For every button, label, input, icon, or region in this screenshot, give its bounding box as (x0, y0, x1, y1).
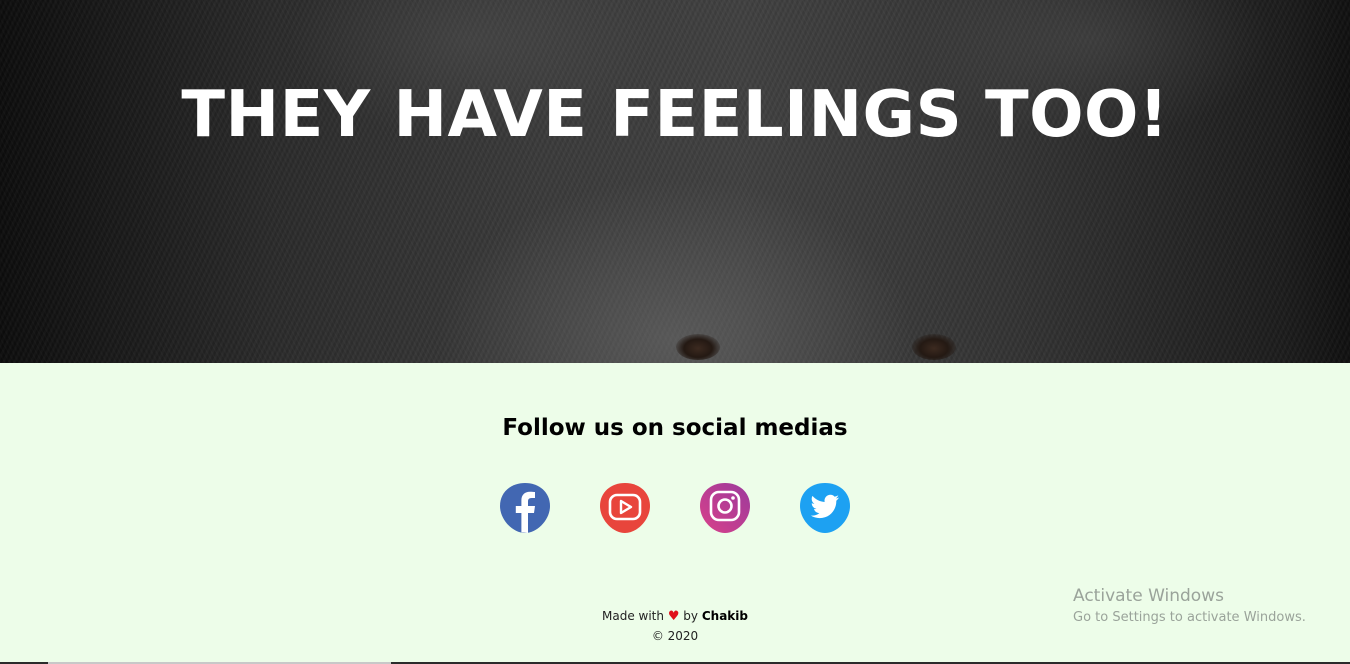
heart-icon: ♥ (667, 609, 680, 624)
social-heading: Follow us on social medias (502, 415, 848, 441)
facebook-link[interactable] (499, 482, 551, 534)
hero-title: THEY HAVE FEELINGS TOO! (181, 78, 1169, 152)
social-links (0, 482, 1350, 534)
by-label: by (683, 609, 699, 623)
bear-left-eye (676, 334, 720, 360)
instagram-link[interactable] (699, 482, 751, 534)
facebook-icon (500, 483, 550, 533)
windows-activation-watermark: Activate Windows Go to Settings to activ… (1073, 586, 1306, 625)
watermark-title: Activate Windows (1073, 586, 1224, 606)
instagram-icon (700, 483, 750, 533)
bear-right-eye (912, 334, 956, 360)
youtube-link[interactable] (599, 482, 651, 534)
watermark-subtitle: Go to Settings to activate Windows. (1073, 610, 1306, 625)
twitter-icon (800, 483, 850, 533)
copyright: © 2020 (651, 629, 699, 643)
made-with-label: Made with (602, 609, 664, 623)
youtube-icon (600, 483, 650, 533)
author-name: Chakib (701, 609, 748, 623)
twitter-link[interactable] (799, 482, 851, 534)
hero-banner: THEY HAVE FEELINGS TOO! (0, 0, 1350, 363)
